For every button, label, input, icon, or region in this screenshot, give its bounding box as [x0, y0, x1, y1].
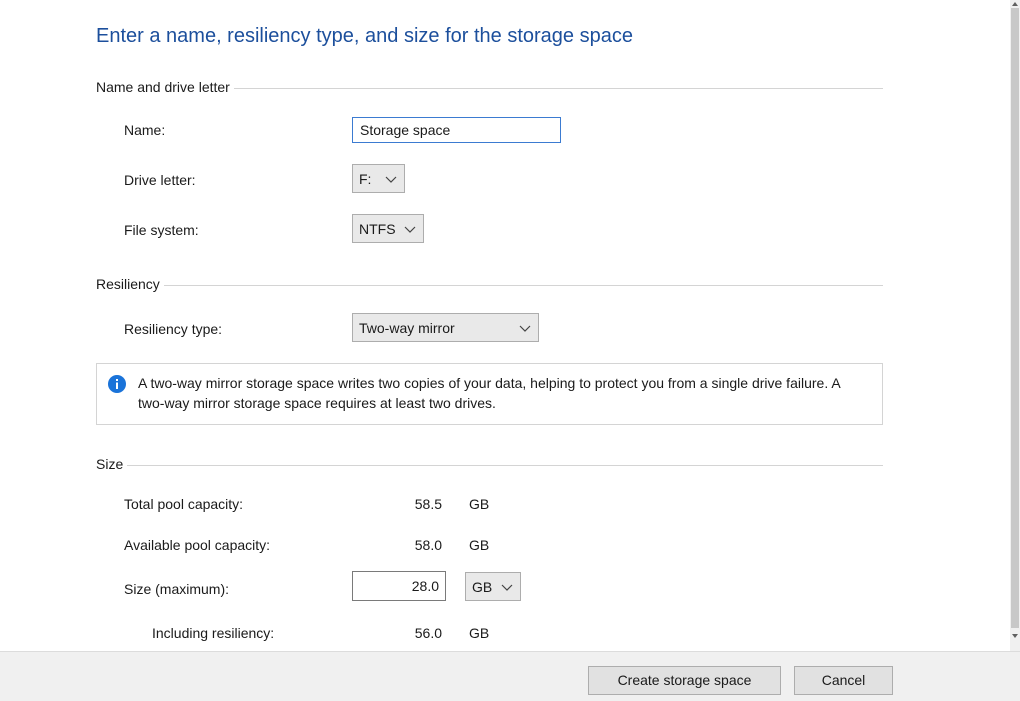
available-capacity-unit: GB: [469, 537, 490, 553]
group-divider: [233, 87, 883, 89]
name-drive-group-title: Name and drive letter: [96, 79, 883, 95]
scroll-up-icon[interactable]: [1011, 0, 1019, 8]
size-group-label: Size: [96, 456, 124, 472]
resiliency-type-label: Resiliency type:: [124, 321, 223, 337]
page-title: Enter a name, resiliency type, and size …: [96, 25, 633, 47]
resiliency-type-value: Two-way mirror: [359, 319, 455, 336]
total-capacity-label: Total pool capacity:: [124, 496, 244, 512]
resiliency-type-dropdown[interactable]: Two-way mirror: [352, 313, 539, 342]
cancel-button[interactable]: Cancel: [794, 666, 893, 695]
drive-letter-value: F:: [359, 170, 372, 187]
create-storage-space-button[interactable]: Create storage space: [588, 666, 781, 695]
name-label: Name:: [124, 122, 166, 138]
dialog-content: Enter a name, resiliency type, and size …: [0, 0, 1010, 651]
file-system-label: File system:: [124, 222, 199, 238]
chevron-down-icon: [404, 226, 416, 233]
size-label: Size (maximum):: [124, 581, 230, 597]
total-capacity-unit: GB: [469, 496, 490, 512]
name-drive-group-label: Name and drive letter: [96, 79, 230, 95]
scrollbar-thumb[interactable]: [1011, 8, 1019, 628]
resiliency-group-label: Resiliency: [96, 276, 160, 292]
including-resiliency-unit: GB: [469, 625, 490, 641]
resiliency-info-text: A two-way mirror storage space writes tw…: [138, 375, 840, 411]
file-system-value: NTFS: [359, 220, 396, 237]
drive-letter-dropdown[interactable]: F:: [352, 164, 405, 193]
available-capacity-value: 58.0: [414, 537, 442, 553]
resiliency-group-title: Resiliency: [96, 276, 883, 292]
size-group-title: Size: [96, 456, 883, 472]
chevron-down-icon: [501, 584, 513, 591]
including-resiliency-value: 56.0: [414, 625, 442, 641]
file-system-dropdown[interactable]: NTFS: [352, 214, 424, 243]
including-resiliency-label: Including resiliency:: [152, 625, 275, 641]
chevron-down-icon: [385, 176, 397, 183]
size-unit-dropdown[interactable]: GB: [465, 572, 521, 601]
chevron-down-icon: [519, 325, 531, 332]
group-divider: [127, 464, 883, 466]
total-capacity-value: 58.5: [414, 496, 442, 512]
info-icon: [108, 375, 126, 393]
available-capacity-label: Available pool capacity:: [124, 537, 271, 553]
drive-letter-label: Drive letter:: [124, 172, 196, 188]
dialog-footer: Create storage space Cancel: [0, 651, 1020, 701]
resiliency-info-box: A two-way mirror storage space writes tw…: [96, 363, 883, 425]
size-unit-value: GB: [472, 578, 493, 595]
vertical-scrollbar[interactable]: [1010, 0, 1020, 651]
group-divider: [163, 284, 883, 286]
size-input[interactable]: 28.0: [352, 571, 446, 601]
scroll-down-icon[interactable]: [1011, 632, 1019, 640]
name-input[interactable]: Storage space: [352, 117, 561, 143]
